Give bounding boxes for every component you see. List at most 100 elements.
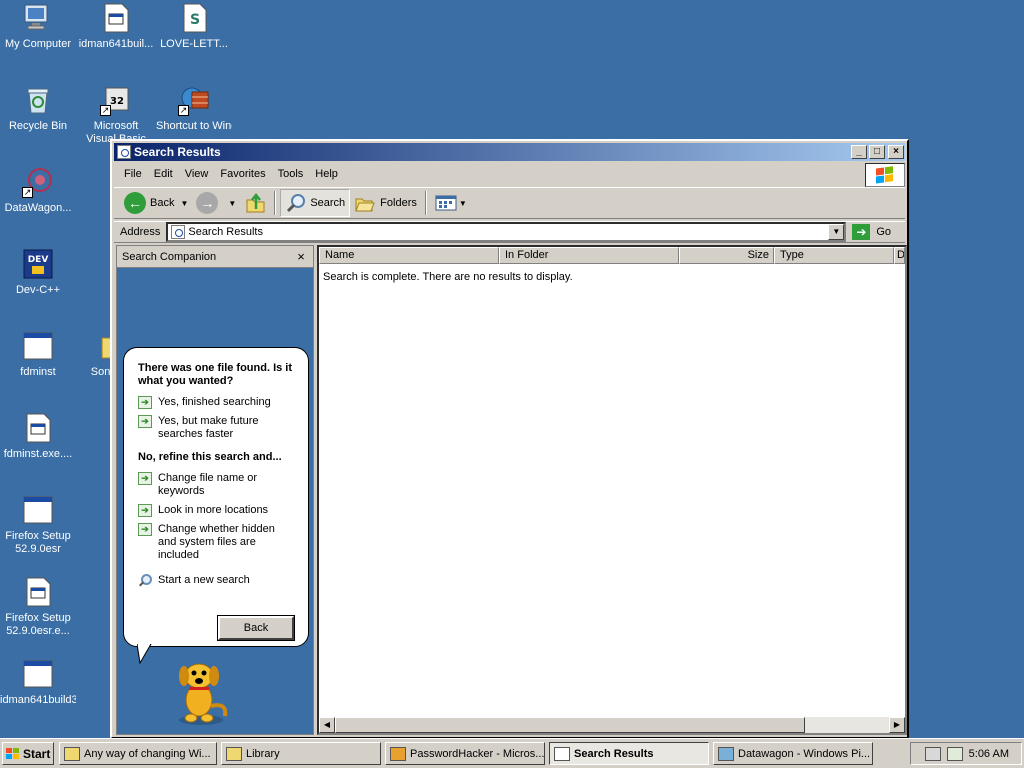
close-button[interactable]: ×	[888, 145, 904, 159]
maximize-button[interactable]: □	[869, 145, 885, 159]
menu-file[interactable]: File	[118, 168, 148, 180]
up-folder-button[interactable]	[240, 189, 270, 217]
companion-back-button[interactable]: Back	[217, 615, 295, 641]
taskbar-item-label: Library	[246, 747, 280, 760]
taskbar-item-any-way[interactable]: Any way of changing Wi...	[59, 742, 217, 765]
results-list[interactable]: Name In Folder Size Type D Search is com…	[317, 245, 907, 735]
scrollbar-track[interactable]	[805, 717, 889, 733]
clock[interactable]: 5:06 AM	[969, 748, 1009, 760]
go-button[interactable]: ➔ Go	[852, 224, 891, 240]
keyboard-icon[interactable]	[924, 746, 941, 761]
green-arrow-icon: ➔	[138, 396, 152, 409]
menu-favorites[interactable]: Favorites	[214, 168, 271, 180]
forward-arrow-icon: →	[196, 192, 219, 214]
chevron-down-icon[interactable]: ▼	[459, 199, 467, 208]
svg-text:32: 32	[110, 96, 124, 107]
back-button[interactable]: ← Back ▼	[120, 189, 192, 217]
column-header-size[interactable]: Size	[679, 247, 774, 264]
minimize-button[interactable]: _	[851, 145, 867, 159]
taskbar-item-passwordhacker[interactable]: PasswordHacker - Micros...	[385, 742, 545, 765]
scrollbar-thumb[interactable]	[335, 717, 805, 733]
windows-logo-icon	[865, 163, 905, 187]
option-yes-faster[interactable]: ➔ Yes, but make future searches faster	[138, 415, 296, 441]
start-button[interactable]: Start	[2, 742, 54, 765]
window-title: Search Results	[134, 145, 221, 159]
menu-edit[interactable]: Edit	[148, 168, 179, 180]
desktop-icon-vb6[interactable]: 32 ↗ Microsoft Visual Basic 6.0	[78, 84, 154, 146]
address-field[interactable]: Search Results ▼	[166, 222, 847, 242]
desktop-icon-datawagon[interactable]: ↗ DataWagon...	[0, 166, 76, 215]
desktop-icon-love-letter[interactable]: S LOVE-LETT...	[156, 2, 232, 51]
option-more-locations[interactable]: ➔ Look in more locations	[138, 504, 296, 517]
column-header-in-folder[interactable]: In Folder	[499, 247, 679, 264]
desktop-icon-shortcut-windows[interactable]: ↗ Shortcut to Windows	[156, 84, 232, 133]
scroll-left-button[interactable]: ◀	[319, 717, 335, 733]
option-change-file-name[interactable]: ➔ Change file name or keywords	[138, 472, 296, 498]
search-companion-header: Search Companion ×	[117, 246, 313, 268]
folders-button[interactable]: Folders	[350, 189, 421, 217]
desktop-icon-recycle-bin[interactable]: Recycle Bin	[0, 84, 76, 133]
desktop-icon-label: idman641build3	[0, 694, 76, 706]
menu-bar: File Edit View Favorites Tools Help	[114, 163, 905, 185]
column-header-row: Name In Folder Size Type D	[319, 247, 905, 264]
close-pane-icon[interactable]: ×	[293, 249, 309, 264]
title-bar[interactable]: Search Results _ □ ×	[114, 143, 905, 161]
views-icon	[435, 195, 457, 211]
desktop-icon-label: idman641buil...	[78, 38, 154, 50]
search-dog-icon	[179, 663, 228, 725]
chevron-down-icon[interactable]: ▼	[180, 199, 188, 208]
desktop-icon-idman[interactable]: idman641build3	[0, 658, 76, 707]
horizontal-scrollbar[interactable]: ◀ ▶	[319, 717, 905, 733]
green-arrow-icon: ➔	[138, 504, 152, 517]
devcpp-icon: DEV	[22, 248, 54, 280]
vb-app-icon	[390, 746, 406, 761]
column-header-date[interactable]: D	[894, 247, 905, 264]
option-label: Change whether hidden and system files a…	[158, 523, 275, 561]
search-companion-title: Search Companion	[122, 250, 217, 263]
desktop-icon-label: DataWagon...	[4, 202, 72, 214]
option-hidden-files[interactable]: ➔ Change whether hidden and system files…	[138, 523, 296, 562]
taskbar-item-label: PasswordHacker - Micros...	[410, 747, 545, 760]
chevron-down-icon[interactable]: ▼	[228, 199, 236, 208]
script-icon: S	[178, 2, 210, 34]
column-header-type[interactable]: Type	[774, 247, 894, 264]
start-label: Start	[23, 746, 51, 761]
menu-tools[interactable]: Tools	[272, 168, 310, 180]
taskbar-item-datawagon[interactable]: Datawagon - Windows Pi...	[713, 742, 873, 765]
svg-text:S: S	[190, 12, 200, 28]
option-new-search[interactable]: Start a new search	[138, 574, 296, 588]
menu-help[interactable]: Help	[309, 168, 344, 180]
desktop-icon-label: Firefox Setup 52.9.0esr.e...	[5, 612, 71, 637]
menu-view[interactable]: View	[179, 168, 215, 180]
desktop-icon-fdminst-exe[interactable]: fdminst.exe....	[0, 412, 76, 461]
go-label: Go	[876, 226, 892, 238]
system-tray: 5:06 AM	[910, 742, 1022, 765]
desktop-icon-devcpp[interactable]: DEV Dev-C++	[0, 248, 76, 297]
option-label: Change file name or keywords	[158, 472, 258, 497]
address-dropdown-button[interactable]: ▼	[828, 224, 845, 240]
search-results-icon	[171, 225, 186, 239]
option-yes-finished[interactable]: ➔ Yes, finished searching	[138, 396, 296, 409]
shortcut-arrow-icon: ↗	[178, 105, 189, 116]
desktop-icon-my-computer[interactable]: My Computer	[0, 2, 76, 51]
desktop-icon-label: Recycle Bin	[8, 120, 68, 132]
desktop-icon-firefox-setup-exe[interactable]: Firefox Setup 52.9.0esr.e...	[0, 576, 76, 638]
taskbar: Start Any way of changing Wi... Library …	[0, 738, 1024, 768]
forward-button[interactable]: → ▼	[192, 189, 240, 217]
desktop-icon-idman-exe[interactable]: idman641buil...	[78, 2, 154, 51]
network-icon[interactable]	[946, 746, 963, 761]
scroll-right-button[interactable]: ▶	[889, 717, 905, 733]
views-button[interactable]: ▼	[431, 189, 471, 217]
search-button[interactable]: Search	[280, 189, 351, 217]
datawagon-icon: ↗	[22, 166, 54, 198]
desktop-icon-fdminst[interactable]: fdminst	[0, 330, 76, 379]
address-label: Address	[120, 226, 161, 238]
address-value: Search Results	[188, 226, 263, 238]
search-companion-bubble: There was one file found. Is it what you…	[123, 347, 309, 647]
taskbar-item-search-results[interactable]: Search Results	[549, 742, 709, 765]
taskbar-item-library[interactable]: Library	[221, 742, 381, 765]
green-arrow-icon: ➔	[138, 472, 152, 485]
desktop-icon-firefox-setup[interactable]: Firefox Setup 52.9.0esr	[0, 494, 76, 556]
firewall-icon: ↗	[178, 84, 210, 116]
column-header-name[interactable]: Name	[319, 247, 499, 264]
